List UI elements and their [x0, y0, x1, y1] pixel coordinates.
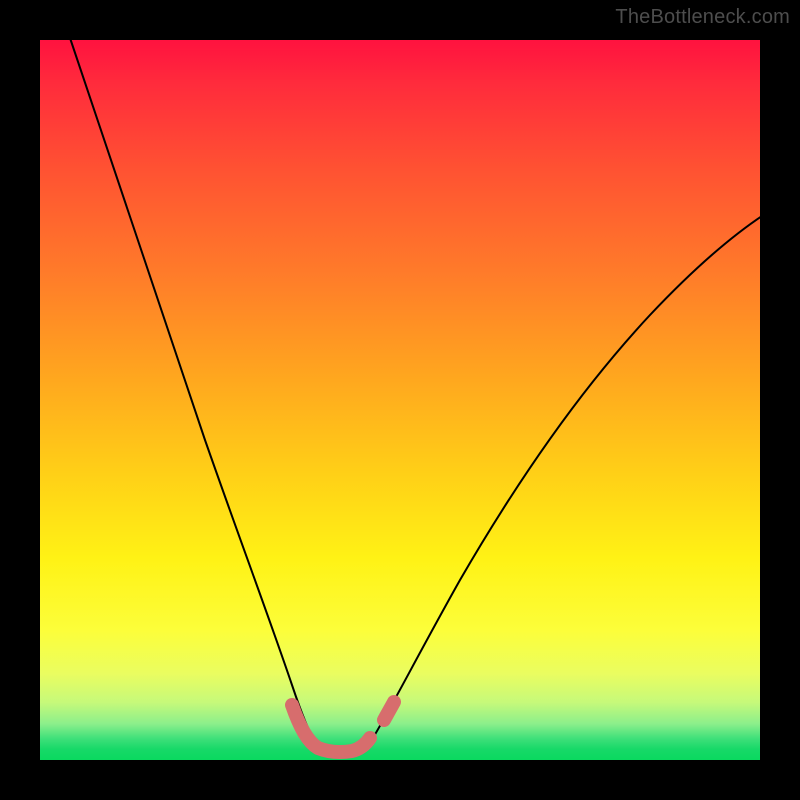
- plot-area: [40, 40, 760, 760]
- right-curve: [368, 212, 768, 746]
- valley-highlight: [292, 705, 370, 752]
- watermark-text: TheBottleneck.com: [615, 6, 790, 29]
- right-shoulder-dot: [384, 702, 394, 720]
- curve-layer: [40, 40, 760, 760]
- left-curve: [68, 32, 318, 748]
- chart-frame: TheBottleneck.com: [0, 0, 800, 800]
